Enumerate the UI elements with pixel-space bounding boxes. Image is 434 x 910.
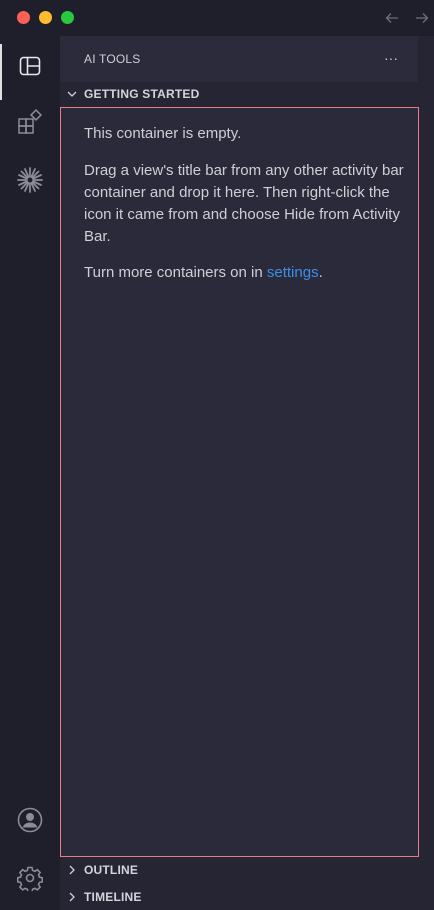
activity-item-accounts[interactable]	[0, 794, 60, 850]
empty-instructions: Drag a view's title bar from any other a…	[84, 162, 404, 245]
empty-message: This container is empty.	[84, 125, 242, 142]
settings-hint: Turn more containers on in settings.	[84, 262, 404, 284]
chevron-right-icon	[66, 864, 78, 876]
chevron-right-icon	[66, 891, 78, 903]
activity-bar	[0, 36, 60, 910]
activity-item-sparkle[interactable]	[0, 154, 60, 210]
activity-item-manage[interactable]	[0, 852, 60, 908]
sparkle-icon	[16, 166, 44, 199]
activity-item-extensions[interactable]	[0, 96, 60, 152]
section-getting-started[interactable]: GETTING STARTED	[60, 82, 434, 106]
settings-hint-prefix: Turn more containers on in	[84, 264, 267, 281]
section-title: OUTLINE	[84, 863, 139, 877]
extensions-icon	[17, 108, 43, 140]
minimize-window-button[interactable]	[39, 11, 52, 24]
maximize-window-button[interactable]	[61, 11, 74, 24]
app-window: AI TOOLS ··· GETTING STARTED This contai…	[0, 0, 434, 910]
more-actions-icon[interactable]: ···	[382, 49, 400, 67]
empty-view-container: This container is empty. Drag a view's t…	[60, 107, 419, 857]
account-icon	[16, 806, 44, 839]
section-outline[interactable]: OUTLINE	[60, 858, 434, 882]
arrow-left-icon[interactable]	[382, 8, 402, 28]
section-timeline[interactable]: TIMELINE	[60, 885, 434, 909]
sidebar-header: AI TOOLS ···	[60, 36, 418, 82]
title-bar	[0, 0, 434, 36]
settings-hint-suffix: .	[318, 264, 323, 281]
layout-panel-icon	[18, 54, 42, 83]
settings-link[interactable]: settings	[267, 264, 319, 281]
sidebar: AI TOOLS ··· GETTING STARTED This contai…	[60, 36, 434, 910]
close-window-button[interactable]	[17, 11, 30, 24]
sidebar-title: AI TOOLS	[84, 52, 141, 66]
arrow-right-icon[interactable]	[412, 8, 432, 28]
section-title: GETTING STARTED	[84, 87, 200, 101]
chevron-down-icon	[66, 88, 78, 100]
gear-icon	[16, 865, 44, 896]
section-title: TIMELINE	[84, 890, 142, 904]
activity-item-ai-tools[interactable]	[0, 40, 60, 100]
